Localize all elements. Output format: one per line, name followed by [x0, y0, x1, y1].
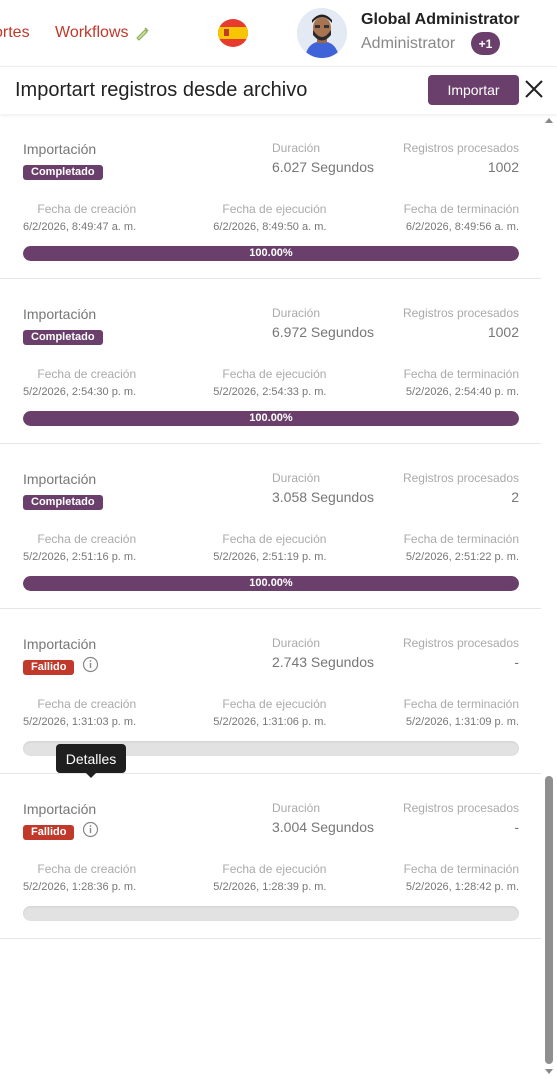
nav-workflows-link[interactable]: Workflows	[55, 24, 150, 42]
created-label: Fecha de creación	[37, 202, 137, 216]
modal-header: Importart registros desde archivo Import…	[0, 66, 557, 114]
created-value: 5/2/2026, 1:28:36 p. m.	[23, 881, 137, 893]
duration-label: Duración	[272, 141, 321, 155]
scrollbar-thumb[interactable]	[545, 776, 553, 1064]
date-row: Fecha de creación 5/2/2026, 1:31:03 p. m.…	[23, 697, 519, 728]
info-icon[interactable]	[82, 821, 99, 838]
import-type: Importación	[23, 471, 97, 487]
records-value: 2	[511, 489, 519, 505]
records-value: 1002	[487, 159, 519, 175]
finished-value: 5/2/2026, 1:28:42 p. m.	[405, 881, 519, 893]
details-tooltip: Detalles	[56, 744, 126, 778]
import-type: Importación	[23, 141, 97, 157]
date-row: Fecha de creación 5/2/2026, 2:54:30 p. m.…	[23, 367, 519, 398]
import-type: Importación	[23, 801, 97, 817]
records-label: Registros procesados	[402, 801, 519, 815]
flask-icon	[135, 27, 149, 41]
extra-roles-badge[interactable]: +1	[471, 32, 500, 55]
scrollbar[interactable]	[541, 114, 557, 1079]
executed-value: 5/2/2026, 2:54:33 p. m.	[213, 386, 327, 398]
duration-value: 3.004 Segundos	[272, 819, 374, 835]
import-button[interactable]: Importar	[428, 75, 519, 105]
records-value: -	[514, 654, 519, 670]
nav-reportes-link[interactable]: ortes	[0, 24, 30, 42]
duration-value: 2.743 Segundos	[272, 654, 374, 670]
progress-bar: 100.00%	[23, 246, 519, 261]
created-label: Fecha de creación	[37, 532, 137, 546]
duration-label: Duración	[272, 636, 321, 650]
import-list[interactable]: ImportaciónCompletadoDuración6.035 Segun…	[0, 114, 557, 1079]
executed-label: Fecha de ejecución	[222, 367, 327, 381]
import-card: Importación Completado Duración 6.972 Segun…	[0, 279, 541, 444]
created-label: Fecha de creación	[37, 697, 137, 711]
status-badge: Completado	[23, 495, 103, 510]
created-label: Fecha de creación	[37, 862, 137, 876]
records-label: Registros procesados	[402, 306, 519, 320]
finished-value: 5/2/2026, 2:51:22 p. m.	[405, 551, 519, 563]
finished-value: 6/2/2026, 8:49:56 a. m.	[405, 221, 519, 233]
modal-title: Importart registros desde archivo	[15, 79, 308, 101]
progress-text: 100.00%	[249, 577, 293, 589]
user-name: Global Administrator	[361, 11, 520, 28]
finished-value: 5/2/2026, 2:54:40 p. m.	[405, 386, 519, 398]
duration-value: 6.972 Segundos	[272, 324, 374, 340]
created-value: 5/2/2026, 1:31:03 p. m.	[23, 716, 137, 728]
scroll-down-icon[interactable]	[545, 1069, 553, 1074]
status-badge: Completado	[23, 165, 103, 180]
executed-label: Fecha de ejecución	[222, 697, 327, 711]
duration-label: Duración	[272, 471, 321, 485]
duration-value: 6.027 Segundos	[272, 159, 374, 175]
progress-text	[23, 906, 519, 921]
date-row: Fecha de creación 5/2/2026, 2:51:16 p. m.…	[23, 532, 519, 563]
duration-value: 3.058 Segundos	[272, 489, 374, 505]
progress-bar: 100.00%	[23, 576, 519, 591]
progress-text: 100.00%	[249, 247, 293, 259]
records-label: Registros procesados	[402, 471, 519, 485]
finished-label: Fecha de terminación	[403, 202, 519, 216]
user-avatar[interactable]	[297, 8, 347, 58]
user-role: Administrator	[361, 35, 456, 52]
close-icon[interactable]	[523, 78, 545, 100]
spain-flag-icon[interactable]	[218, 19, 248, 47]
records-value: -	[514, 819, 519, 835]
executed-value: 5/2/2026, 1:28:39 p. m.	[213, 881, 327, 893]
finished-value: 5/2/2026, 1:31:09 p. m.	[405, 716, 519, 728]
import-card: Importación Completado Duración 6.027 Segun…	[0, 114, 541, 279]
created-value: 5/2/2026, 2:54:30 p. m.	[23, 386, 137, 398]
executed-label: Fecha de ejecución	[222, 202, 327, 216]
executed-value: 5/2/2026, 1:31:06 p. m.	[213, 716, 327, 728]
duration-label: Duración	[272, 306, 321, 320]
records-label: Registros procesados	[402, 141, 519, 155]
executed-label: Fecha de ejecución	[222, 862, 327, 876]
created-value: 6/2/2026, 8:49:47 a. m.	[23, 221, 137, 233]
duration-label: Duración	[272, 801, 321, 815]
status-badge: Completado	[23, 330, 103, 345]
import-card: Importación Fallido Duración 3.004 Segundos…	[0, 774, 541, 939]
progress-bar: 100.00%	[23, 411, 519, 426]
executed-value: 6/2/2026, 8:49:50 a. m.	[213, 221, 327, 233]
scroll-up-icon[interactable]	[545, 118, 553, 123]
date-row: Fecha de creación 6/2/2026, 8:49:47 a. m.…	[23, 202, 519, 233]
records-label: Registros procesados	[402, 636, 519, 650]
finished-label: Fecha de terminación	[403, 367, 519, 381]
import-card: Importación Completado Duración 3.058 Segun…	[0, 444, 541, 609]
import-type: Importación	[23, 636, 97, 652]
created-label: Fecha de creación	[37, 367, 137, 381]
finished-label: Fecha de terminación	[403, 862, 519, 876]
nav-workflows-label: Workflows	[55, 24, 129, 41]
status-badge: Fallido	[23, 660, 75, 675]
date-row: Fecha de creación 5/2/2026, 1:28:36 p. m.…	[23, 862, 519, 893]
info-icon[interactable]	[82, 656, 99, 673]
records-value: 1002	[487, 324, 519, 340]
executed-label: Fecha de ejecución	[222, 532, 327, 546]
top-navbar: ortes Workflows Global Administrator Adm…	[0, 0, 557, 66]
finished-label: Fecha de terminación	[403, 697, 519, 711]
progress-text: 100.00%	[249, 412, 293, 424]
executed-value: 5/2/2026, 2:51:19 p. m.	[213, 551, 327, 563]
finished-label: Fecha de terminación	[403, 532, 519, 546]
created-value: 5/2/2026, 2:51:16 p. m.	[23, 551, 137, 563]
import-type: Importación	[23, 306, 97, 322]
status-badge: Fallido	[23, 825, 75, 840]
progress-bar	[23, 906, 519, 921]
